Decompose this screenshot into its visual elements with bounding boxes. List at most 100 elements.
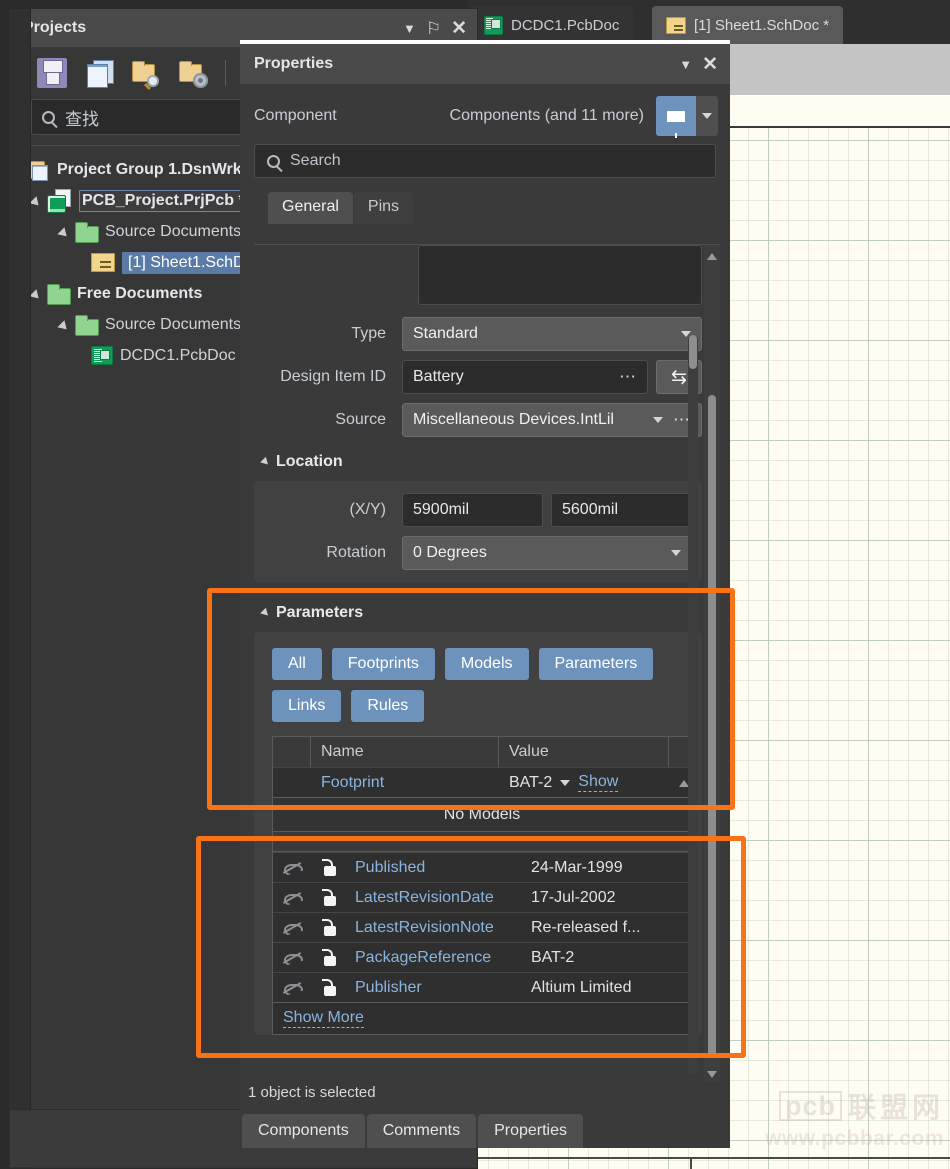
- scrollbar-thumb[interactable]: [708, 395, 716, 1058]
- scroll-down-arrow-icon[interactable]: [707, 1071, 717, 1078]
- tree-item-label: Project Group 1.DsnWrk: [57, 160, 242, 178]
- table-row[interactable]: LatestRevisionDate 17-Jul-2002: [273, 882, 691, 912]
- section-title: Parameters: [276, 604, 364, 621]
- tab-general[interactable]: General: [268, 192, 353, 224]
- field-row-rotation: Rotation 0 Degrees: [254, 536, 692, 570]
- collapse-twisty-icon[interactable]: [31, 194, 45, 208]
- models-spacer: [272, 832, 692, 852]
- schematic-icon: [91, 253, 115, 272]
- show-more-row[interactable]: Show More: [272, 1003, 692, 1035]
- field-row-type: Type Standard: [254, 317, 702, 351]
- column-header-icons: [273, 737, 311, 767]
- chevron-down-icon: [653, 417, 663, 423]
- hidden-icon[interactable]: [283, 951, 301, 964]
- close-icon[interactable]: ✕: [451, 19, 467, 38]
- chevron-down-icon[interactable]: ▼: [679, 58, 692, 71]
- location-section-body: (X/Y) 5900mil 5600mil Rotation 0 Degrees: [254, 481, 702, 582]
- collapse-twisty-icon[interactable]: [59, 318, 73, 332]
- pin-icon[interactable]: ⚐: [426, 20, 441, 37]
- scroll-up-arrow-icon[interactable]: [707, 253, 717, 260]
- tree-item-label: DCDC1.PcbDoc: [120, 346, 236, 364]
- hidden-icon[interactable]: [283, 981, 301, 994]
- document-tab-strip: DCDC1.PcbDoc [1] Sheet1.SchDoc *: [468, 0, 950, 44]
- bottom-tab-comments[interactable]: Comments: [366, 1114, 477, 1148]
- footprint-table: Name Value Footprint BAT-2 Show: [272, 736, 692, 798]
- table-row[interactable]: Footprint BAT-2 Show: [273, 767, 691, 797]
- chip-parameters[interactable]: Parameters: [538, 648, 654, 680]
- design-item-id-input[interactable]: Battery ⋯: [402, 360, 648, 394]
- folder-options-icon[interactable]: [178, 58, 208, 88]
- app-window: pcb 联盟网 www.pcbbar.com DCDC1.PcbDoc [1] …: [0, 0, 950, 1169]
- field-value: 0 Degrees: [413, 544, 487, 561]
- source-select[interactable]: Miscellaneous Devices.IntLib ⋯: [402, 403, 702, 437]
- parameter-value: BAT-2: [509, 773, 553, 791]
- field-label: Rotation: [326, 544, 386, 561]
- pcb-icon: [484, 15, 503, 35]
- parameter-name: LatestRevisionDate: [355, 888, 494, 906]
- unlocked-icon[interactable]: [321, 919, 336, 936]
- chip-links[interactable]: Links: [272, 690, 342, 722]
- section-title: Location: [276, 453, 343, 470]
- parameter-value: BAT-2: [531, 948, 575, 966]
- unlocked-icon[interactable]: [321, 949, 336, 966]
- save-icon[interactable]: [37, 58, 67, 88]
- no-models-label: No Models: [272, 798, 692, 832]
- properties-search-input[interactable]: Search: [254, 144, 716, 178]
- show-link[interactable]: Show: [578, 773, 619, 792]
- funnel-icon[interactable]: [656, 96, 696, 138]
- collapse-twisty-icon[interactable]: [31, 287, 45, 301]
- hidden-icon[interactable]: [283, 861, 301, 874]
- bottom-tab-components[interactable]: Components: [242, 1114, 365, 1148]
- properties-scrollbar[interactable]: [704, 245, 720, 1086]
- type-select[interactable]: Standard: [402, 317, 702, 351]
- parameter-value: Re-released f...: [531, 918, 641, 936]
- chevron-down-icon[interactable]: ▼: [403, 22, 416, 35]
- chip-all[interactable]: All: [272, 648, 322, 680]
- chip-rules[interactable]: Rules: [351, 690, 425, 722]
- close-icon[interactable]: ✕: [702, 55, 718, 74]
- properties-bottom-tabs: Components Comments Properties: [242, 1114, 583, 1148]
- pcb-icon: [91, 346, 113, 365]
- scrollbar-thumb[interactable]: [689, 335, 697, 369]
- tree-item-label: Source Documents: [105, 222, 242, 240]
- field-value: Miscellaneous Devices.IntLib: [413, 411, 613, 428]
- field-label: Design Item ID: [280, 368, 386, 385]
- chevron-down-icon: [671, 550, 681, 556]
- table-row[interactable]: Publisher Altium Limited: [273, 972, 691, 1002]
- panel-left-strip: [9, 9, 31, 1168]
- tab-sheet1-schdoc[interactable]: [1] Sheet1.SchDoc *: [652, 6, 844, 44]
- parameters-list-scrollbar[interactable]: [688, 335, 698, 1074]
- filter-dropdown-button[interactable]: [696, 96, 718, 136]
- save-all-icon[interactable]: [84, 58, 114, 88]
- folder-icon: [47, 284, 71, 305]
- browse-dots-icon[interactable]: ⋯: [619, 367, 637, 387]
- properties-form: Type Standard Design Item ID Battery ⋯ ⇆…: [254, 245, 702, 1086]
- location-y-input[interactable]: 5600mil: [551, 493, 692, 527]
- table-row[interactable]: PackageReference BAT-2: [273, 942, 691, 972]
- unlocked-icon[interactable]: [321, 979, 336, 996]
- unlocked-icon[interactable]: [321, 859, 336, 876]
- unlocked-icon[interactable]: [321, 889, 336, 906]
- field-row-design-item-id: Design Item ID Battery ⋯ ⇆: [254, 360, 702, 394]
- folder-search-icon[interactable]: [131, 58, 161, 88]
- field-label: Type: [351, 325, 386, 342]
- tab-dcdc1-pcbdoc[interactable]: DCDC1.PcbDoc: [470, 6, 634, 44]
- collapse-triangle-icon: [260, 607, 271, 619]
- show-more-link[interactable]: Show More: [283, 1009, 364, 1028]
- chip-footprints[interactable]: Footprints: [331, 648, 435, 680]
- table-row[interactable]: Published 24-Mar-1999: [273, 852, 691, 882]
- chevron-down-icon[interactable]: [560, 779, 571, 786]
- bottom-tab-properties[interactable]: Properties: [478, 1114, 583, 1148]
- hidden-icon[interactable]: [283, 891, 301, 904]
- location-section-header[interactable]: Location: [260, 453, 702, 471]
- table-row[interactable]: LatestRevisionNote Re-released f...: [273, 912, 691, 942]
- hidden-icon[interactable]: [283, 921, 301, 934]
- comment-field[interactable]: [418, 245, 702, 305]
- collapse-twisty-icon[interactable]: [59, 225, 73, 239]
- chip-models[interactable]: Models: [444, 648, 529, 680]
- parameters-section-header[interactable]: Parameters: [260, 604, 702, 622]
- rotation-select[interactable]: 0 Degrees: [402, 536, 692, 570]
- properties-panel: Properties ▼ ✕ Component Components (and…: [240, 40, 730, 1148]
- location-x-input[interactable]: 5900mil: [402, 493, 543, 527]
- tab-pins[interactable]: Pins: [353, 192, 414, 224]
